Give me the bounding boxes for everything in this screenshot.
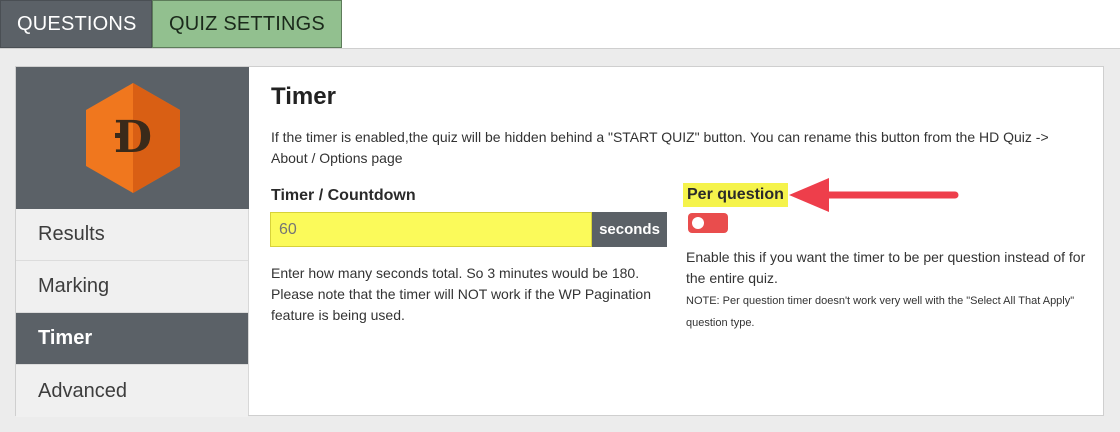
section-title: Timer	[271, 83, 336, 110]
sidebar-item-timer[interactable]: Timer	[16, 313, 248, 365]
timer-help-text: Enter how many seconds total. So 3 minut…	[271, 265, 651, 323]
timer-seconds-input[interactable]	[270, 212, 592, 247]
per-question-note: NOTE: Per question timer doesn't work ve…	[686, 295, 1075, 329]
tab-quiz-settings[interactable]: QUIZ SETTINGS	[152, 0, 342, 48]
intro-text: If the timer is enabled,the quiz will be…	[271, 129, 1049, 166]
sidebar-item-marking[interactable]: Marking	[16, 261, 248, 313]
sidebar-item-results[interactable]: Results	[16, 209, 248, 261]
timer-settings: Timer If the timer is enabled,the quiz w…	[249, 67, 1103, 415]
toggle-knob	[692, 217, 704, 229]
settings-card: D Results Marking Timer Advanced Timer I…	[15, 66, 1104, 417]
settings-panel: D Results Marking Timer Advanced Timer I…	[0, 48, 1120, 432]
logo-area: D	[16, 67, 249, 209]
top-tabs: QUESTIONS QUIZ SETTINGS	[0, 0, 342, 48]
sidebar-item-advanced[interactable]: Advanced	[16, 365, 248, 417]
per-question-toggle[interactable]	[688, 213, 728, 233]
per-question-help-text: Enable this if you want the timer to be …	[686, 249, 1086, 286]
per-question-label: Per question	[683, 183, 788, 207]
timer-countdown-label: Timer / Countdown	[271, 187, 416, 204]
hd-logo-icon: D	[85, 83, 180, 193]
settings-sidebar: D Results Marking Timer Advanced	[16, 67, 249, 417]
tab-questions[interactable]: QUESTIONS	[0, 0, 152, 48]
seconds-suffix: seconds	[592, 212, 667, 247]
red-arrow-icon	[789, 178, 959, 212]
timer-input-group: seconds	[270, 212, 667, 247]
